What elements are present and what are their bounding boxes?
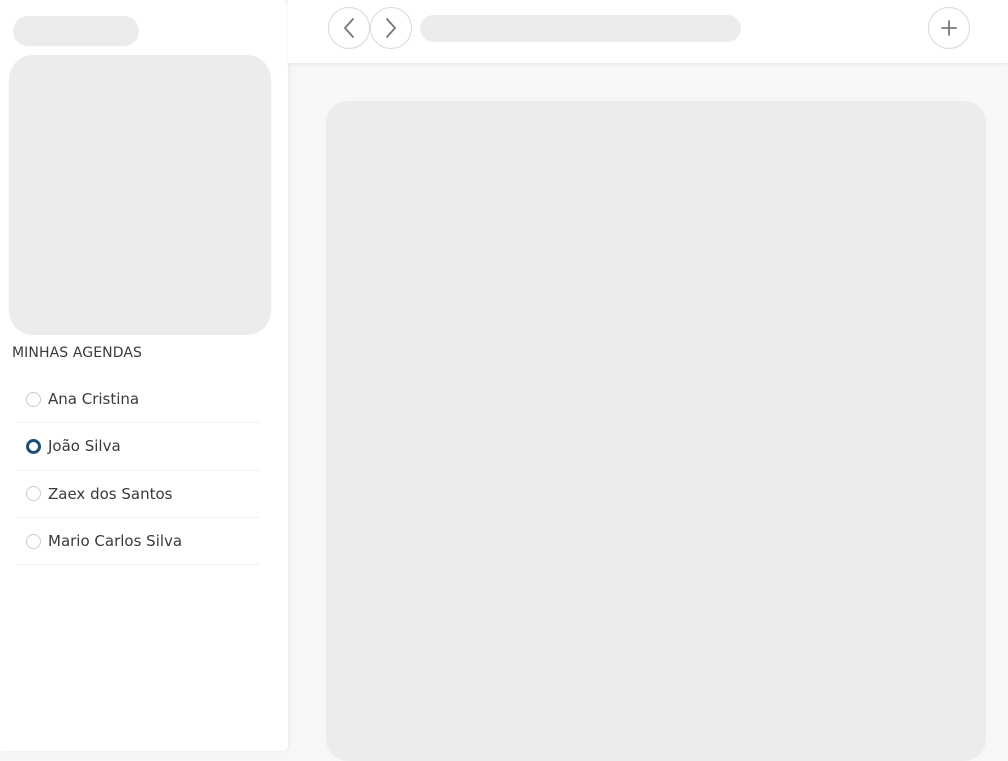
agenda-list: Ana Cristina João Silva Zaex dos Santos … [16, 376, 260, 566]
agenda-radio[interactable] [26, 391, 41, 407]
title-skeleton [13, 16, 139, 46]
agenda-radio[interactable] [26, 533, 41, 549]
agenda-label: João Silva [48, 437, 121, 456]
add-event-button[interactable] [928, 7, 970, 49]
section-title: MINHAS AGENDAS [12, 345, 143, 361]
previous-button[interactable] [328, 7, 370, 49]
calendar-content-skeleton [326, 101, 986, 761]
agenda-label: Mario Carlos Silva [48, 532, 183, 551]
next-button[interactable] [370, 7, 412, 49]
chevron-left-icon [344, 18, 354, 38]
date-range-skeleton [420, 15, 741, 42]
mini-calendar-skeleton [9, 55, 271, 335]
agenda-item-zaex-dos-santos[interactable]: Zaex dos Santos [16, 471, 260, 518]
agenda-item-joao-silva[interactable]: João Silva [16, 423, 260, 471]
agenda-label: Zaex dos Santos [48, 484, 173, 503]
agenda-item-ana-cristina[interactable]: Ana Cristina [16, 376, 260, 424]
plus-icon [941, 20, 957, 36]
sidebar: MINHAS AGENDAS Ana Cristina João Silva Z… [0, 0, 288, 751]
chevron-right-icon [386, 18, 396, 38]
top-toolbar [288, 0, 1008, 63]
agenda-label: Ana Cristina [48, 390, 140, 409]
agenda-radio-selected[interactable] [26, 438, 41, 454]
agenda-radio[interactable] [26, 486, 41, 502]
agenda-item-mario-carlos-silva[interactable]: Mario Carlos Silva [16, 518, 260, 566]
